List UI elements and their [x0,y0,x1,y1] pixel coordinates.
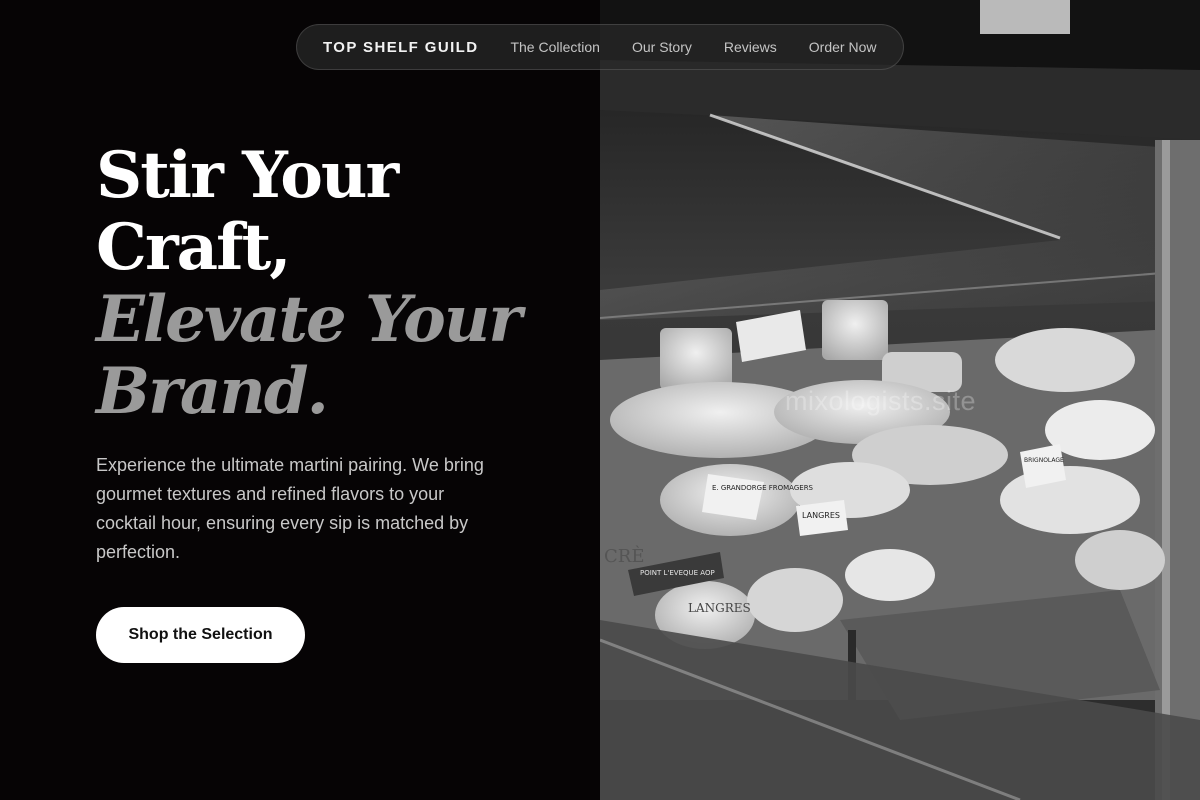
hero-left-panel: Stir Your Craft, Elevate Your Brand. Exp… [0,0,600,800]
hero-title: Stir Your Craft, Elevate Your Brand. [96,140,576,428]
nav-link-collection[interactable]: The Collection [510,39,600,55]
nav-link-order-now[interactable]: Order Now [809,39,877,55]
cheese-label-6: BRIGNOLAGE [1024,457,1064,464]
nav-link-our-story[interactable]: Our Story [632,39,692,55]
hero-title-accent-line-1: Elevate Your [96,282,522,357]
cheese-label-5: CRÈ [604,544,644,567]
nav-link-reviews[interactable]: Reviews [724,39,777,55]
watermark-text: mixologists.site [785,386,977,416]
shop-selection-button[interactable]: Shop the Selection [96,607,305,663]
cheese-label-2: LANGRES [802,511,840,520]
cheese-label-4: POINT L'EVEQUE AOP [640,569,715,577]
cheese-label-1: E. GRANDORGE FROMAGERS [712,484,814,492]
hero-description: Experience the ultimate martini pairing.… [96,455,484,562]
top-navbar: TOP SHELF GUILD The Collection Our Story… [296,24,904,70]
hero-title-line-2: Craft, [96,210,292,285]
brand-logo[interactable]: TOP SHELF GUILD [323,39,478,56]
hero-title-line-1: Stir Your [96,138,399,213]
cheese-label-3: LANGRES [688,601,751,615]
hero-title-accent-line-2: Brand. [96,354,329,429]
